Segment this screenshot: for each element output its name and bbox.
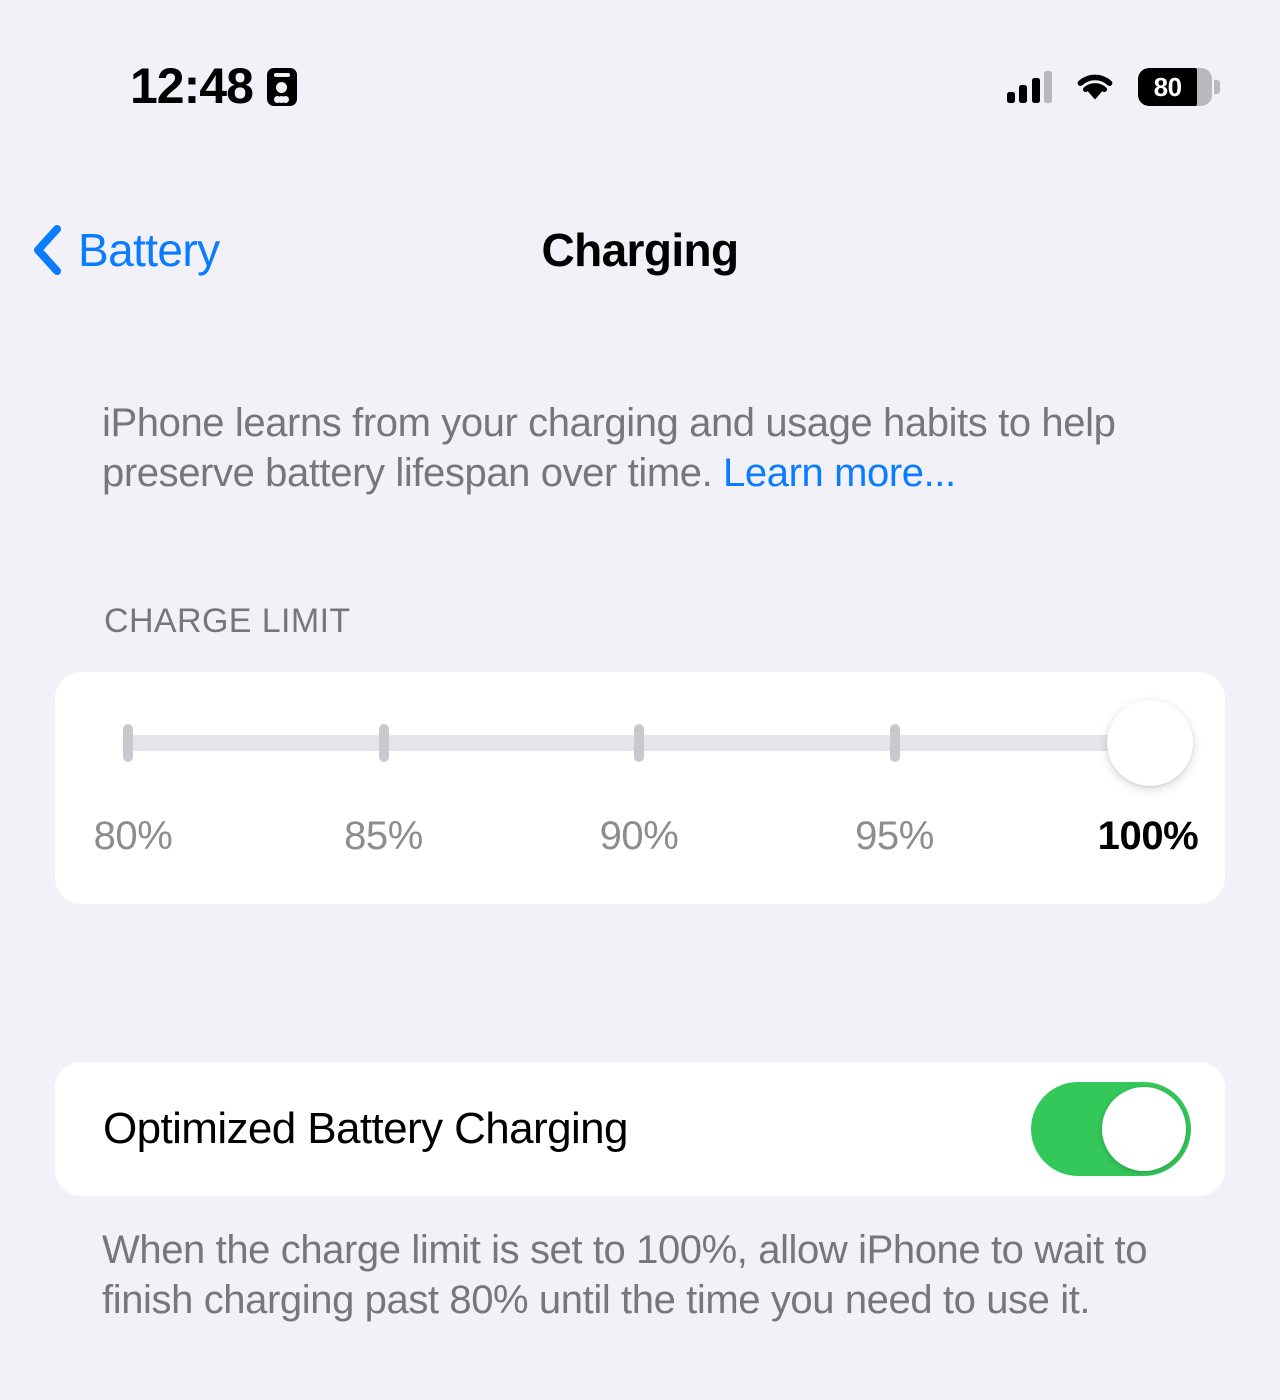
slider-label-85[interactable]: 85% — [344, 814, 423, 859]
cellular-bars-icon — [1006, 71, 1052, 103]
slider-label-100[interactable]: 100% — [1098, 814, 1199, 859]
person-id-card-icon — [266, 68, 297, 106]
status-bar: 12:48 80 — [0, 0, 1280, 180]
status-bar-left: 12:48 — [130, 61, 297, 111]
intro-description-text: iPhone learns from your charging and usa… — [102, 401, 1116, 495]
wifi-icon — [1077, 74, 1113, 100]
slider-thumb[interactable] — [1107, 700, 1193, 786]
optimized-battery-charging-footer: When the charge limit is set to 100%, al… — [102, 1228, 1148, 1322]
page-title: Charging — [541, 224, 739, 276]
toggle-knob — [1102, 1087, 1186, 1171]
intro-description: iPhone learns from your charging and usa… — [102, 398, 1162, 498]
optimized-battery-charging-toggle[interactable] — [1031, 1082, 1191, 1176]
slider-tick-80[interactable] — [123, 724, 133, 762]
charge-limit-card: 80% 85% 90% 95% 100% — [55, 672, 1225, 904]
cellular-bar-4 — [1044, 71, 1052, 103]
charge-limit-slider[interactable]: 80% 85% 90% 95% 100% — [55, 672, 1225, 904]
slider-label-90[interactable]: 90% — [600, 814, 679, 859]
optimized-battery-charging-card: Optimized Battery Charging — [55, 1062, 1225, 1196]
slider-tick-90[interactable] — [634, 724, 644, 762]
status-bar-right: 80 — [1006, 68, 1220, 106]
optimized-battery-charging-row[interactable]: Optimized Battery Charging — [55, 1062, 1225, 1196]
battery-body: 80 — [1138, 68, 1212, 106]
status-bar-clock: 12:48 — [130, 58, 254, 114]
navigation-bar: Battery Charging — [0, 200, 1280, 300]
optimized-battery-charging-label: Optimized Battery Charging — [103, 1104, 628, 1153]
battery-icon: 80 — [1138, 68, 1220, 106]
battery-cap — [1214, 80, 1220, 94]
battery-percent-label: 80 — [1153, 71, 1182, 102]
learn-more-link[interactable]: Learn more... — [723, 451, 956, 495]
cellular-bar-2 — [1019, 85, 1027, 103]
slider-tick-95[interactable] — [889, 724, 900, 762]
cellular-bar-1 — [1006, 92, 1015, 103]
slider-label-95[interactable]: 95% — [855, 814, 934, 859]
charge-limit-section-header: CHARGE LIMIT — [104, 602, 351, 640]
cellular-bar-3 — [1031, 78, 1040, 103]
slider-label-80[interactable]: 80% — [94, 814, 173, 859]
slider-tick-85[interactable] — [378, 724, 389, 762]
